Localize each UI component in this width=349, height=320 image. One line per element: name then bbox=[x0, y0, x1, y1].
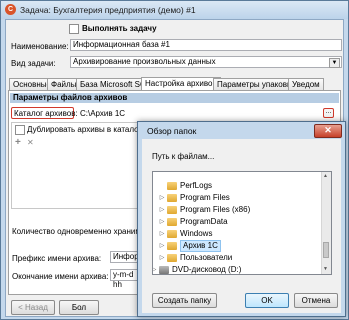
name-label: Наименование: bbox=[11, 42, 69, 51]
duplicate-label: Дублировать архивы в каталоги - bbox=[27, 125, 151, 134]
browse-folders-dialog: Обзор папок ✕ Путь к файлам... PerfLogs … bbox=[137, 121, 346, 317]
dvd-drive-icon bbox=[159, 266, 169, 274]
dialog-close-icon[interactable]: ✕ bbox=[314, 124, 342, 138]
app-icon: C bbox=[5, 4, 16, 15]
folder-icon bbox=[167, 206, 177, 214]
expand-arrow-icon[interactable]: ▷ bbox=[158, 192, 166, 204]
catalog-value[interactable]: C:\Архив 1С bbox=[80, 109, 125, 118]
ok-button[interactable]: OK bbox=[245, 293, 289, 308]
next-button[interactable]: Бол bbox=[59, 300, 99, 315]
task-type-label: Вид задачи: bbox=[11, 59, 56, 68]
name-input[interactable]: Информационная база #1 bbox=[70, 39, 342, 51]
dialog-title: Обзор папок bbox=[147, 126, 197, 136]
window-titlebar[interactable]: C Задача: Бухгалтерия предприятия (демо)… bbox=[1, 1, 348, 19]
window-title: Задача: Бухгалтерия предприятия (демо) #… bbox=[20, 5, 196, 15]
scroll-down-icon[interactable]: ▼ bbox=[323, 266, 328, 272]
suffix-label: Окончание имени архива: bbox=[12, 272, 109, 281]
tree-scrollbar[interactable]: ▲ ▼ bbox=[321, 172, 331, 274]
cancel-button[interactable]: Отмена bbox=[294, 293, 338, 308]
scroll-up-icon[interactable]: ▲ bbox=[323, 173, 328, 179]
catalog-label: Каталог архивов: bbox=[14, 109, 78, 118]
expand-arrow-icon[interactable]: ▷ bbox=[158, 252, 166, 264]
tab-archive-settings[interactable]: Настройка архивов bbox=[141, 77, 221, 91]
folder-icon bbox=[167, 242, 177, 250]
remove-icon[interactable]: ✕ bbox=[27, 138, 34, 147]
task-type-value: Архивирование произвольных данных bbox=[73, 57, 216, 66]
expand-arrow-icon[interactable]: ▷ bbox=[158, 204, 166, 216]
back-button[interactable]: < Назад bbox=[11, 300, 55, 315]
dialog-body: Путь к файлам... PerfLogs ▷ Program File… bbox=[142, 139, 341, 313]
folder-tree[interactable]: PerfLogs ▷ Program Files ▷ Program Files… bbox=[152, 171, 332, 275]
expand-arrow-icon[interactable]: ▷ bbox=[158, 216, 166, 228]
execute-task-checkbox[interactable] bbox=[69, 24, 79, 34]
expand-arrow-icon[interactable]: ▷ bbox=[153, 264, 158, 274]
execute-task-label: Выполнять задачу bbox=[82, 24, 157, 33]
browse-button[interactable]: ... bbox=[323, 108, 334, 118]
scroll-thumb[interactable] bbox=[323, 242, 329, 258]
folder-icon bbox=[167, 194, 177, 202]
expand-arrow-icon[interactable]: ▷ bbox=[158, 228, 166, 240]
folder-icon bbox=[167, 218, 177, 226]
create-folder-button[interactable]: Создать папку bbox=[152, 293, 217, 308]
folder-icon bbox=[167, 182, 177, 190]
folder-icon bbox=[167, 254, 177, 262]
chevron-down-icon[interactable]: ▼ bbox=[329, 58, 340, 68]
folder-icon bbox=[167, 230, 177, 238]
add-icon[interactable]: + bbox=[15, 137, 21, 148]
duplicate-checkbox[interactable] bbox=[15, 125, 25, 135]
duplicate-list: Дублировать архивы в каталоги - + ✕ bbox=[11, 122, 151, 209]
prefix-label: Префикс имени архива: bbox=[12, 254, 102, 263]
path-prompt: Путь к файлам... bbox=[152, 152, 215, 161]
catalog-label-highlight: Каталог архивов: bbox=[11, 107, 78, 119]
expand-arrow-icon[interactable]: ▷ bbox=[158, 240, 166, 252]
section-header: Параметры файлов архивов bbox=[10, 93, 339, 103]
task-type-select[interactable]: Архивирование произвольных данных ▼ bbox=[70, 56, 342, 68]
